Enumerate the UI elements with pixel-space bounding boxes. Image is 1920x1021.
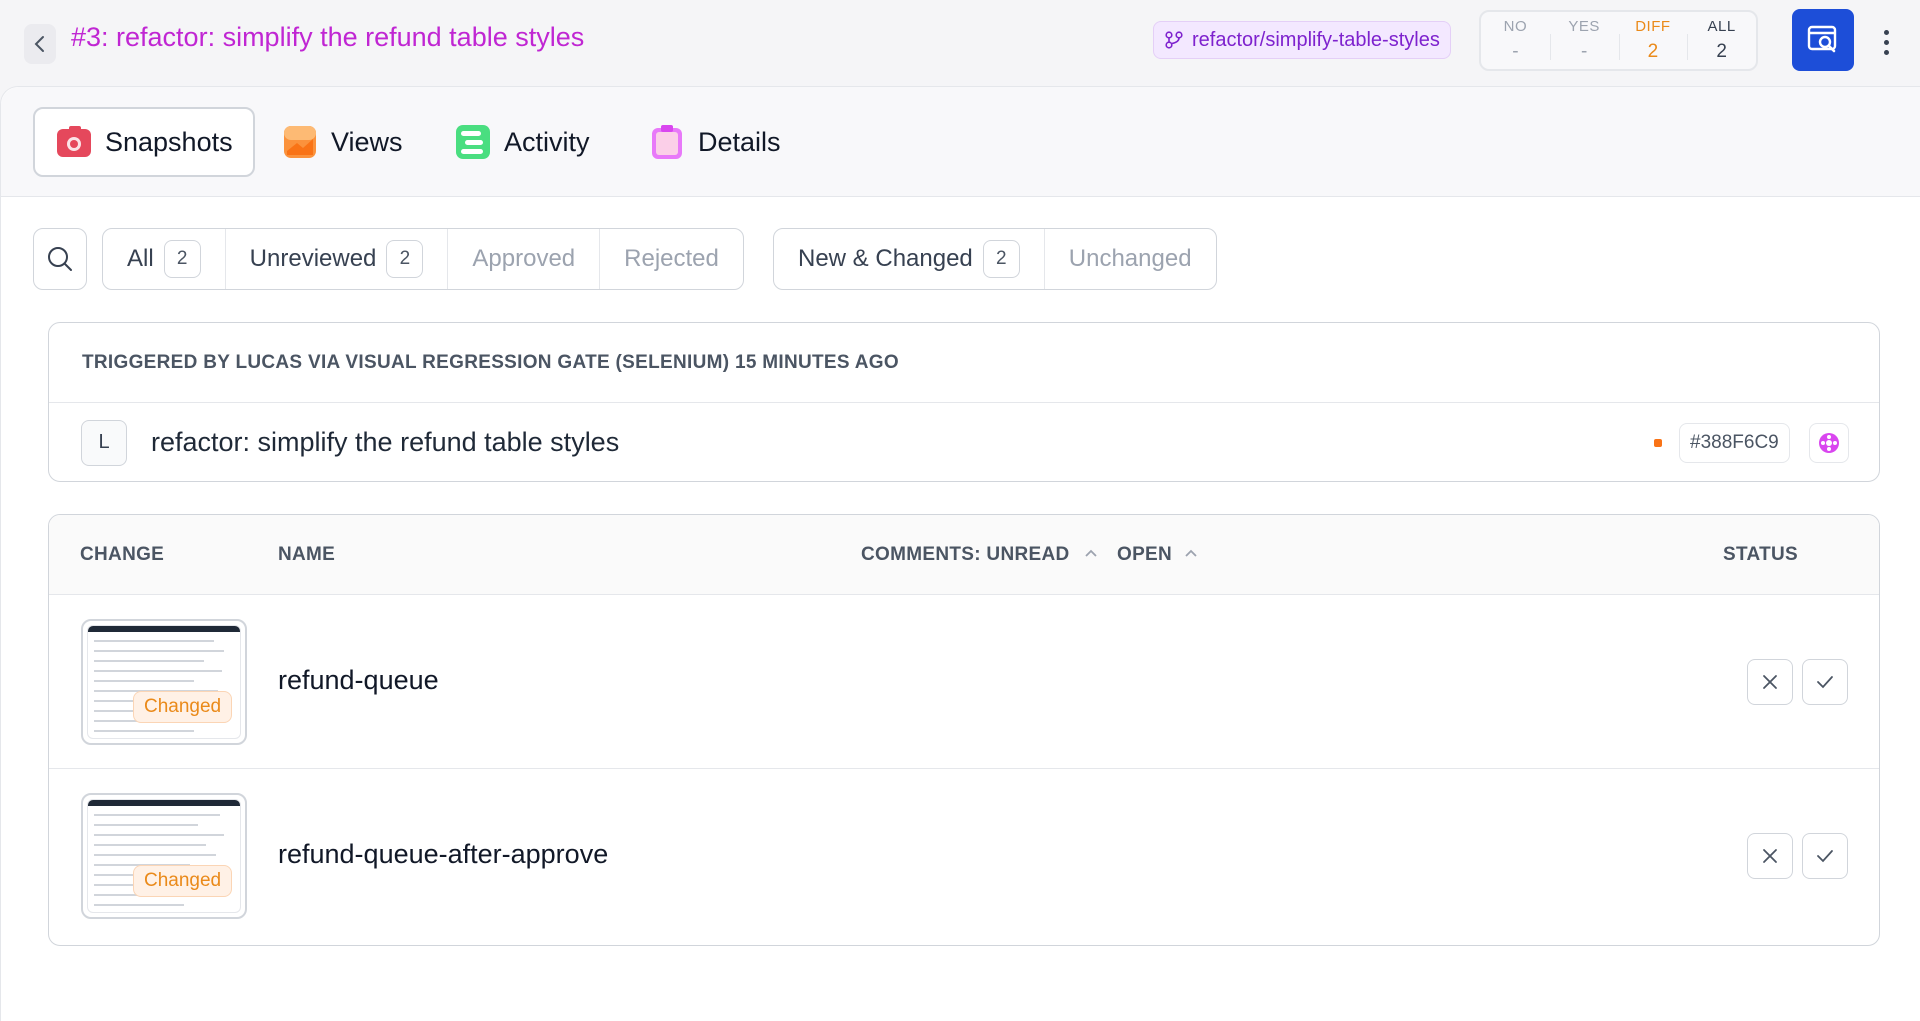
table-header: CHANGE NAME COMMENTS: UNREAD OPEN STATUS (49, 515, 1879, 595)
commit-message: refactor: simplify the refund table styl… (151, 427, 620, 457)
changed-badge: Changed (133, 865, 233, 897)
chevron-left-icon (34, 36, 44, 52)
search-window-icon (1807, 25, 1837, 53)
snapshot-name[interactable]: refund-queue (278, 665, 439, 696)
tab-details[interactable]: Details (628, 107, 801, 177)
page-title: #3: refactor: simplify the refund table … (71, 22, 585, 52)
filter-count: 2 (982, 240, 1020, 278)
filter-label: All (127, 245, 154, 272)
more-menu-button[interactable] (1872, 24, 1900, 60)
snapshot-thumbnail[interactable]: Changed (81, 793, 247, 919)
filter-label: Unchanged (1068, 245, 1192, 272)
sort-unread-button[interactable] (1077, 539, 1105, 567)
check-icon (1817, 676, 1833, 689)
column-status[interactable]: STATUS (1723, 544, 1798, 566)
status-dot-icon (1654, 439, 1662, 447)
filter-count: 2 (163, 240, 201, 278)
search-icon (48, 247, 72, 271)
filter-label: Unreviewed (249, 245, 377, 272)
stat-yes[interactable]: YES - (1549, 12, 1619, 69)
filter-count: 2 (386, 240, 424, 278)
stat-value: 2 (1647, 41, 1659, 62)
column-name[interactable]: NAME (278, 544, 335, 566)
chevron-up-icon (1085, 549, 1097, 557)
filter-label: Rejected (624, 245, 719, 272)
stat-label: ALL (1707, 18, 1736, 35)
table-row[interactable]: Changed refund-queue (49, 595, 1879, 769)
dot-icon (1883, 49, 1889, 55)
review-search-button[interactable] (1792, 9, 1854, 71)
commit-row: L refactor: simplify the refund table st… (49, 403, 1879, 482)
column-comments-unread[interactable]: COMMENTS: UNREAD (861, 544, 1070, 566)
branch-chip[interactable]: refactor/simplify-table-styles (1153, 21, 1451, 59)
stat-label: YES (1568, 18, 1600, 35)
snapshot-table: CHANGE NAME COMMENTS: UNREAD OPEN STATUS (48, 514, 1880, 946)
column-open[interactable]: OPEN (1117, 544, 1172, 566)
filter-label: New & Changed (798, 245, 973, 272)
search-button[interactable] (33, 228, 87, 290)
dot-icon (1883, 29, 1889, 35)
tab-bar: Snapshots Views Activity Details (1, 87, 1920, 197)
top-bar: #3: refactor: simplify the refund table … (0, 0, 1920, 86)
camera-icon (57, 126, 91, 157)
filter-unchanged[interactable]: Unchanged (1045, 229, 1216, 289)
views-icon (284, 126, 316, 158)
stat-diff[interactable]: DIFF 2 (1618, 12, 1688, 69)
stat-value: - (1580, 41, 1588, 62)
tab-views[interactable]: Views (261, 107, 423, 177)
review-stats: NO - YES - DIFF 2 ALL 2 (1479, 10, 1758, 71)
reject-button[interactable] (1747, 833, 1793, 879)
filter-approved[interactable]: Approved (448, 229, 601, 289)
close-icon (1763, 675, 1777, 689)
avatar: L (81, 419, 127, 466)
filter-all[interactable]: All 2 (103, 229, 226, 289)
approve-button[interactable] (1802, 659, 1848, 705)
close-icon (1763, 849, 1777, 863)
snapshot-name[interactable]: refund-queue-after-approve (278, 839, 608, 870)
table-row[interactable]: Changed refund-queue-after-approve (49, 769, 1879, 943)
stat-value: - (1512, 41, 1519, 62)
chevron-up-icon (1185, 549, 1197, 557)
stat-label: DIFF (1635, 18, 1671, 35)
git-branch-icon (1165, 31, 1183, 49)
stat-label: NO (1503, 18, 1528, 35)
filter-unreviewed[interactable]: Unreviewed 2 (226, 229, 449, 289)
filter-new-changed[interactable]: New & Changed 2 (774, 229, 1045, 289)
main-panel: Snapshots Views Activity Details All 2 U… (0, 86, 1920, 1021)
tab-label: Details (698, 126, 781, 157)
back-button[interactable] (24, 24, 56, 64)
ci-link-button[interactable] (1809, 423, 1849, 463)
tab-snapshots[interactable]: Snapshots (33, 107, 255, 177)
sort-open-button[interactable] (1177, 539, 1205, 567)
review-filter-group: All 2 Unreviewed 2 Approved Rejected (102, 228, 744, 290)
tab-activity[interactable]: Activity (434, 107, 610, 177)
ci-wheel-icon (1819, 433, 1839, 453)
tab-label: Snapshots (105, 126, 233, 157)
tab-label: Activity (504, 126, 590, 157)
stat-value: 2 (1716, 41, 1727, 62)
stat-all[interactable]: ALL 2 (1687, 12, 1756, 69)
build-trigger-card: TRIGGERED BY LUCAS VIA VISUAL REGRESSION… (48, 322, 1880, 482)
filter-label: Approved (472, 245, 576, 272)
change-filter-group: New & Changed 2 Unchanged (773, 228, 1217, 290)
changed-badge: Changed (133, 691, 233, 723)
branch-name: refactor/simplify-table-styles (1192, 28, 1440, 51)
commit-hash[interactable]: #388F6C9 (1679, 423, 1790, 463)
tab-label: Views (331, 126, 403, 157)
approve-button[interactable] (1802, 833, 1848, 879)
column-change[interactable]: CHANGE (80, 544, 164, 566)
dot-icon (1883, 39, 1889, 45)
clipboard-icon (652, 125, 682, 159)
snapshot-thumbnail[interactable]: Changed (81, 619, 247, 745)
stat-no[interactable]: NO - (1481, 12, 1550, 69)
activity-icon (456, 125, 490, 159)
filter-rejected[interactable]: Rejected (600, 229, 743, 289)
trigger-heading: TRIGGERED BY LUCAS VIA VISUAL REGRESSION… (49, 323, 1879, 403)
reject-button[interactable] (1747, 659, 1793, 705)
check-icon (1817, 850, 1833, 863)
